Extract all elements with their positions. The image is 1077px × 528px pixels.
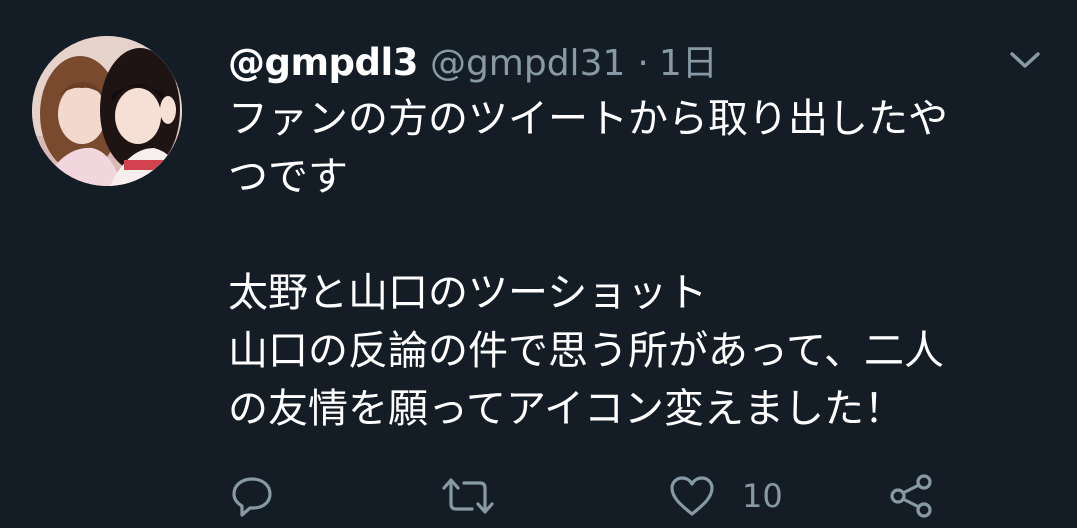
tweet-text-line [228, 206, 1048, 264]
retweet-button[interactable] [440, 468, 496, 524]
chevron-down-icon[interactable] [1008, 48, 1042, 72]
like-count: 10 [742, 477, 783, 515]
reply-icon [232, 477, 272, 517]
retweet-icon [442, 478, 494, 514]
reply-button[interactable] [230, 468, 274, 524]
tweet-header: @gmpdl3 @gmpdl31 · 1日 [228, 34, 718, 84]
action-bar: 10 [228, 468, 988, 524]
tweet-text-line: ファンの方のツイートから取り出したや [228, 96, 948, 142]
avatar[interactable] [32, 36, 182, 186]
tweet-text-line: つです [228, 154, 348, 200]
display-name[interactable]: @gmpdl3 [228, 41, 418, 84]
tweet-text-line: 太野と山口のツーショット [228, 270, 708, 316]
timestamp[interactable]: 1日 [659, 34, 718, 86]
tweet-text: ファンの方のツイートから取り出したや つです 太野と山口のツーショット 山口の反… [228, 90, 1048, 438]
user-handle[interactable]: @gmpdl31 [430, 43, 625, 84]
like-button[interactable]: 10 [668, 468, 783, 524]
heart-icon [670, 476, 714, 516]
share-icon [890, 474, 932, 518]
share-button[interactable] [888, 468, 936, 524]
tweet-text-line: の友情を願ってアイコン変えました！ [228, 386, 904, 432]
tweet-text-line: 山口の反論の件で思う所があって、二人 [228, 328, 944, 374]
tweet[interactable]: @gmpdl3 @gmpdl31 · 1日 ファンの方のツイートから取り出したや… [0, 0, 1077, 528]
separator: · [637, 43, 649, 84]
